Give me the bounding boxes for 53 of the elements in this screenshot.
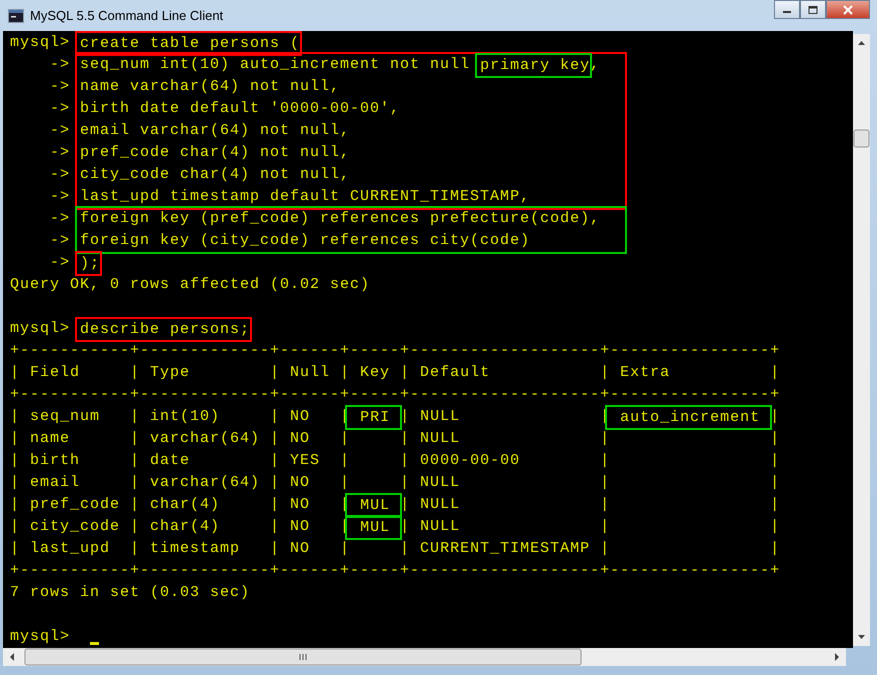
minimize-button[interactable] bbox=[774, 0, 800, 19]
console-text: , bbox=[590, 55, 600, 75]
prompt: mysql> bbox=[10, 627, 70, 647]
console-text: foreign key (city_code) references city(code) bbox=[80, 231, 530, 251]
console-text: | email | varchar(64) | NO | | NULL | | bbox=[10, 473, 780, 493]
console-icon bbox=[8, 8, 24, 22]
console-text: +-----------+-------------+------+-----+-------------------+----------------+ bbox=[10, 561, 780, 581]
prompt: -> bbox=[50, 187, 70, 207]
highlighted-text: MUL bbox=[345, 493, 402, 518]
console-text: +-----------+-------------+------+-----+-------------------+----------------+ bbox=[10, 385, 780, 405]
console-text: | NULL | | bbox=[400, 495, 780, 515]
maximize-icon bbox=[808, 6, 818, 14]
console-text: seq_num int(10) auto_increment not null bbox=[80, 55, 472, 75]
console-text: | Field | Type | Null | Key | Default | Extra | bbox=[10, 363, 780, 383]
prompt: mysql> bbox=[10, 319, 70, 339]
prompt: -> bbox=[50, 77, 70, 97]
highlighted-text: create table persons ( bbox=[75, 31, 302, 56]
console-text: name varchar(64) not null, bbox=[80, 77, 340, 97]
console-text: | bbox=[770, 407, 780, 427]
prompt: -> bbox=[50, 253, 70, 273]
horizontal-scrollbar[interactable] bbox=[3, 648, 846, 666]
console-text: last_upd timestamp default CURRENT_TIMESTAMP, bbox=[80, 187, 530, 207]
highlighted-text: auto_increment bbox=[605, 405, 772, 430]
highlighted-text: primary key bbox=[475, 53, 592, 78]
console-text: city_code char(4) not null, bbox=[80, 165, 350, 185]
console-text: | name | varchar(64) | NO | | NULL | | bbox=[10, 429, 780, 449]
highlighted-text: ); bbox=[75, 251, 102, 276]
prompt: mysql> bbox=[10, 33, 70, 53]
prompt: -> bbox=[50, 209, 70, 229]
prompt: -> bbox=[50, 231, 70, 251]
highlighted-text: describe persons; bbox=[75, 317, 252, 342]
console-text: email varchar(64) not null, bbox=[80, 121, 350, 141]
console-text: Query OK, 0 rows affected (0.02 sec) bbox=[10, 275, 370, 295]
close-button[interactable] bbox=[826, 0, 870, 19]
prompt: -> bbox=[50, 143, 70, 163]
console-text: | last_upd | timestamp | NO | | CURRENT_TIMESTAMP | | bbox=[10, 539, 780, 559]
highlighted-text: MUL bbox=[345, 515, 402, 540]
vertical-scrollbar[interactable] bbox=[853, 34, 870, 646]
console-text: 7 rows in set (0.03 sec) bbox=[10, 583, 250, 603]
prompt: -> bbox=[50, 99, 70, 119]
console-text: pref_code char(4) not null, bbox=[80, 143, 350, 163]
console-text: foreign key (pref_code) references prefecture(code), bbox=[80, 209, 600, 229]
maximize-button[interactable] bbox=[800, 0, 826, 19]
highlighted-text: PRI bbox=[345, 405, 402, 430]
console-text: | NULL | | bbox=[400, 517, 780, 537]
window-title: MySQL 5.5 Command Line Client bbox=[30, 8, 224, 23]
prompt: -> bbox=[50, 55, 70, 75]
console-text: +-----------+-------------+------+-----+-------------------+----------------+ bbox=[10, 341, 780, 361]
prompt: -> bbox=[50, 165, 70, 185]
console-text: | birth | date | YES | | 0000-00-00 | | bbox=[10, 451, 780, 471]
prompt: -> bbox=[50, 121, 70, 141]
close-icon bbox=[842, 4, 854, 14]
console-text: birth date default '0000-00-00', bbox=[80, 99, 400, 119]
